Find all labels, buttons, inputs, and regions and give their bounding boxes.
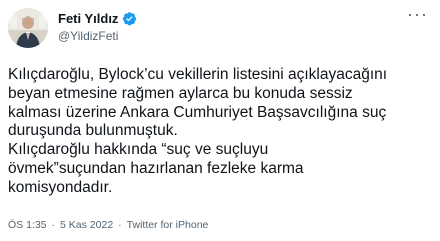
tweet-text-line: komisyondadır. [8,178,113,196]
tweet-date[interactable]: 5 Kas 2022 [60,219,113,231]
meta-separator: · [51,219,56,231]
tweet-text-line: kalması üzerine Ankara Cumhuriyet Başsav… [8,103,387,121]
avatar[interactable] [8,8,48,48]
tweet-text-line: Kılıçdaroğlu, Bylock’cu vekillerin liste… [8,66,388,83]
meta-separator: · [118,219,122,231]
more-options-icon[interactable]: ··· [407,4,428,25]
author-handle[interactable]: @YildizFeti [58,29,118,43]
verified-badge-icon [122,11,137,26]
tweet-text-line: övmek”suçundan hazırlanan fezleke karma [8,159,304,177]
tweet-text-line: duruşunda bulunmuştuk. [8,122,178,140]
tweet-text: Kılıçdaroğlu, Bylock’cu vekillerin liste… [8,66,436,198]
tweet-time[interactable]: ÖS 1:35 [8,219,47,231]
tweet-card: Feti Yıldız @YildizFeti ··· Kılıçdaroğlu… [0,0,440,241]
display-name[interactable]: Feti Yıldız [58,11,118,26]
author-name-row: Feti Yıldız [58,11,137,26]
tweet-text-line: Kılıçdaroğlu hakkında “suç ve suçluyu [8,141,269,159]
tweet-source[interactable]: Twitter for iPhone [127,219,209,231]
profile-photo-icon [8,8,48,48]
tweet-text-line: beyan etmesine rağmen aylarca bu konuda … [8,84,353,102]
tweet-meta: ÖS 1:35 · 5 Kas 2022 · Twitter for iPhone [8,219,208,231]
